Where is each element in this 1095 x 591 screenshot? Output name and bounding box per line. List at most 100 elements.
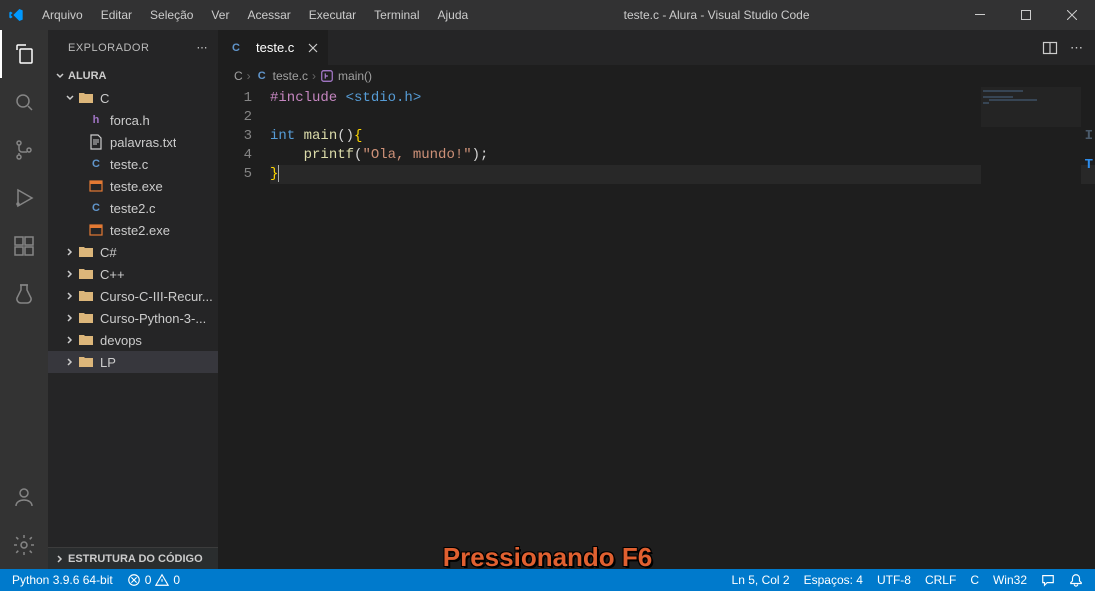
code-editor[interactable]: 12345 #include <stdio.h>int main(){ prin… — [218, 87, 1095, 569]
tree-item-label: devops — [100, 333, 142, 348]
sidebar-header: EXPLORADOR ⋯ — [48, 30, 218, 65]
folder-icon — [78, 354, 94, 370]
file-tree: Chforca.hpalavras.txtCteste.cteste.exeCt… — [48, 87, 218, 547]
menu-bar: Arquivo Editar Seleção Ver Acessar Execu… — [34, 4, 476, 26]
tree-file[interactable]: palavras.txt — [48, 131, 218, 153]
sidebar-explorer: EXPLORADOR ⋯ ALURA Ch forca.h palavras.txt… — [48, 30, 218, 569]
workspace-name: ALURA — [68, 70, 107, 82]
tree-file[interactable]: Cteste2.c — [48, 197, 218, 219]
workspace-root[interactable]: ALURA — [48, 65, 218, 87]
status-eol[interactable]: CRLF — [923, 573, 958, 587]
tree-file[interactable]: h forca.h — [48, 109, 218, 131]
tree-folder[interactable]: Curso-C-III-Recur... — [48, 285, 218, 307]
folder-icon — [78, 288, 94, 304]
tree-item-label: teste2.c — [110, 201, 156, 216]
code-line[interactable]: } — [270, 165, 1095, 184]
chevron-right-icon: › — [247, 69, 251, 83]
code-line[interactable]: printf("Ola, mundo!"); — [270, 146, 1095, 165]
breadcrumb-item[interactable]: main() — [338, 69, 372, 83]
editor-more-icon[interactable]: ⋯ — [1070, 40, 1083, 56]
status-platform[interactable]: Win32 — [991, 573, 1029, 587]
activity-testing[interactable] — [0, 270, 48, 318]
folder-icon — [78, 90, 94, 106]
status-language[interactable]: C — [968, 573, 981, 587]
activity-accounts[interactable] — [0, 473, 48, 521]
folder-icon — [78, 332, 94, 348]
status-errors: 0 — [145, 573, 152, 587]
outline-section[interactable]: ESTRUTURA DO CÓDIGO — [48, 547, 218, 569]
chevron-right-icon — [52, 553, 68, 565]
c-file-icon: C — [88, 156, 104, 172]
menu-ajuda[interactable]: Ajuda — [430, 4, 477, 26]
status-lncol[interactable]: Ln 5, Col 2 — [730, 573, 792, 587]
breadcrumb-item[interactable]: teste.c — [273, 69, 308, 83]
c-file-icon: C — [255, 69, 269, 83]
status-bar: Python 3.9.6 64-bit 0 0 Ln 5, Col 2 Espa… — [0, 569, 1095, 591]
tree-file[interactable]: Cteste.c — [48, 153, 218, 175]
minimize-button[interactable] — [957, 0, 1003, 30]
status-python[interactable]: Python 3.9.6 64-bit — [10, 573, 115, 587]
tab-close-icon[interactable] — [308, 43, 318, 53]
folder-icon — [78, 310, 94, 326]
menu-terminal[interactable]: Terminal — [366, 4, 427, 26]
menu-selecao[interactable]: Seleção — [142, 4, 201, 26]
vscode-logo-icon — [8, 7, 24, 23]
tree-folder[interactable]: C# — [48, 241, 218, 263]
chevron-right-icon — [62, 334, 78, 346]
tree-folder[interactable]: C — [48, 87, 218, 109]
menu-ver[interactable]: Ver — [203, 4, 237, 26]
code-line[interactable] — [270, 108, 1095, 127]
activity-extensions[interactable] — [0, 222, 48, 270]
window-title: teste.c - Alura - Visual Studio Code — [476, 8, 957, 22]
status-bell-icon[interactable] — [1067, 573, 1085, 587]
activity-bar — [0, 30, 48, 569]
sidebar-title: EXPLORADOR — [68, 42, 149, 54]
line-number: 2 — [218, 108, 252, 127]
status-spaces[interactable]: Espaços: 4 — [802, 573, 865, 587]
sidebar-more-icon[interactable]: ⋯ — [197, 41, 209, 54]
c-file-icon: C — [88, 200, 104, 216]
maximize-button[interactable] — [1003, 0, 1049, 30]
tree-folder[interactable]: Curso-Python-3-... — [48, 307, 218, 329]
chevron-right-icon — [62, 312, 78, 324]
tree-item-label: palavras.txt — [110, 135, 176, 150]
menu-executar[interactable]: Executar — [301, 4, 364, 26]
tree-item-label: forca.h — [110, 113, 150, 128]
tree-item-label: C# — [100, 245, 117, 260]
activity-settings[interactable] — [0, 521, 48, 569]
activity-explorer[interactable] — [0, 30, 48, 78]
code-line[interactable]: #include <stdio.h> — [270, 89, 1095, 108]
breadcrumbs[interactable]: C › C teste.c › main() — [218, 65, 1095, 87]
status-feedback-icon[interactable] — [1039, 573, 1057, 587]
tree-item-label: Curso-C-III-Recur... — [100, 289, 213, 304]
close-button[interactable] — [1049, 0, 1095, 30]
h-file-icon: h — [88, 112, 104, 128]
line-number: 5 — [218, 165, 252, 184]
code-content[interactable]: #include <stdio.h> int main(){ printf("Ol… — [270, 87, 1095, 569]
status-encoding[interactable]: UTF-8 — [875, 573, 913, 587]
folder-icon — [78, 244, 94, 260]
activity-search[interactable] — [0, 78, 48, 126]
minimap-slider[interactable] — [981, 87, 1081, 127]
tree-file[interactable]: teste2.exe — [48, 219, 218, 241]
menu-arquivo[interactable]: Arquivo — [34, 4, 91, 26]
exe-file-icon — [88, 222, 104, 238]
breadcrumb-item[interactable]: C — [234, 69, 243, 83]
activity-run-debug[interactable] — [0, 174, 48, 222]
minimap[interactable] — [981, 87, 1081, 569]
status-problems[interactable]: 0 0 — [125, 573, 182, 587]
menu-acessar[interactable]: Acessar — [239, 4, 298, 26]
editor-area: C teste.c ⋯ C › C teste.c › main() — [218, 30, 1095, 569]
tree-folder[interactable]: devops — [48, 329, 218, 351]
menu-editar[interactable]: Editar — [93, 4, 140, 26]
tree-folder[interactable]: LP — [48, 351, 218, 373]
tree-file[interactable]: teste.exe — [48, 175, 218, 197]
chevron-right-icon: › — [312, 69, 316, 83]
code-line[interactable]: int main(){ — [270, 127, 1095, 146]
chevron-right-icon — [62, 268, 78, 280]
split-editor-icon[interactable] — [1042, 40, 1058, 56]
tab-teste-c[interactable]: C teste.c — [218, 30, 329, 65]
chevron-down-icon — [52, 70, 68, 82]
tree-folder[interactable]: C++ — [48, 263, 218, 285]
activity-source-control[interactable] — [0, 126, 48, 174]
